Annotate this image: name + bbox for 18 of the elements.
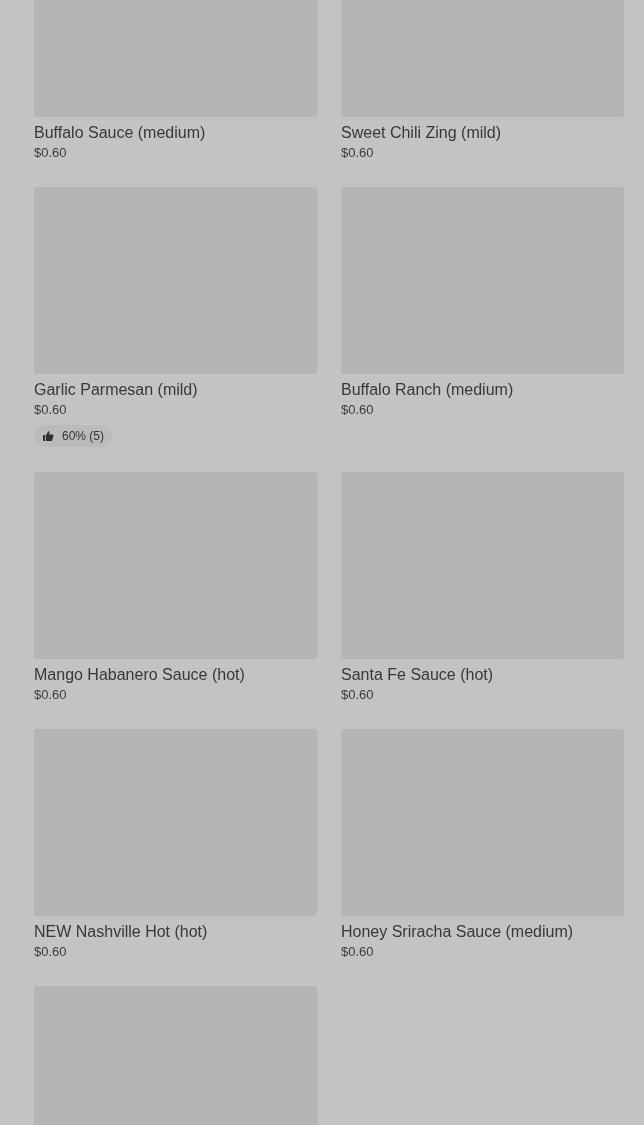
- product-name[interactable]: Mango Habanero Sauce (hot): [34, 664, 245, 686]
- product-price: $0.60: [341, 943, 374, 961]
- product-price: $0.60: [34, 144, 67, 162]
- product-name[interactable]: Honey Sriracha Sauce (medium): [341, 921, 574, 943]
- product-price: $0.60: [341, 686, 374, 704]
- product-name[interactable]: Buffalo Ranch (medium): [341, 379, 514, 401]
- product-price: $0.60: [34, 943, 67, 961]
- rating-text: 60% (5): [62, 429, 105, 443]
- product-price: $0.60: [341, 401, 374, 419]
- product-price: $0.60: [341, 144, 374, 162]
- product-name[interactable]: Sweet Chili Zing (mild): [341, 122, 502, 144]
- product-price: $0.60: [34, 686, 67, 704]
- product-name[interactable]: NEW Nashville Hot (hot): [34, 921, 208, 943]
- product-price: $0.60: [34, 401, 67, 419]
- product-name[interactable]: Santa Fe Sauce (hot): [341, 664, 494, 686]
- product-name[interactable]: Buffalo Sauce (medium): [34, 122, 206, 144]
- thumbs-up-icon: [42, 430, 54, 442]
- product-name[interactable]: Garlic Parmesan (mild): [34, 379, 198, 401]
